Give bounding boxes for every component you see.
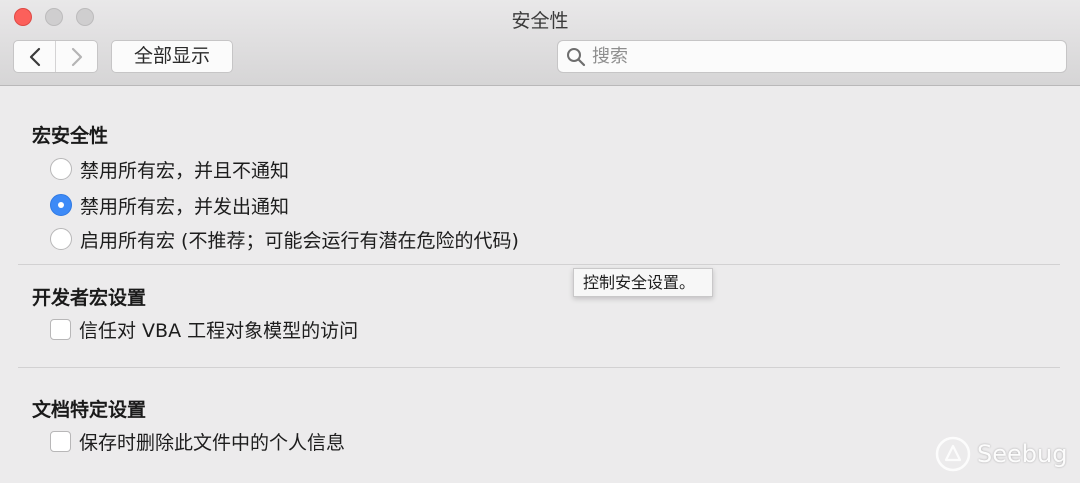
search-input[interactable] <box>592 41 1052 72</box>
option-label: 保存时删除此文件中的个人信息 <box>79 431 346 454</box>
option-enable-all-macros[interactable]: 启用所有宏 (不推荐；可能会运行有潜在危险的代码) <box>50 226 519 252</box>
checkbox[interactable] <box>50 430 71 452</box>
radio-button[interactable] <box>50 228 72 250</box>
chevron-left-icon <box>29 47 40 66</box>
section-divider <box>18 264 1060 265</box>
option-trust-vba-project-access[interactable]: 信任对 VBA 工程对象模型的访问 <box>50 316 358 342</box>
checkbox[interactable] <box>50 318 71 340</box>
show-all-button[interactable]: 全部显示 <box>111 40 233 73</box>
section-divider <box>18 367 1060 368</box>
option-label: 禁用所有宏，并且不通知 <box>80 159 290 182</box>
preferences-window: 安全性 全部显示 宏安全性 禁用所有宏，并且不通知 <box>0 0 1080 483</box>
seebug-watermark: Seebug <box>935 434 1067 474</box>
seebug-logo-icon <box>935 436 971 472</box>
document-specific-settings-heading: 文档特定设置 <box>32 399 147 421</box>
macro-security-heading: 宏安全性 <box>32 125 109 147</box>
forward-button[interactable] <box>55 41 97 72</box>
option-label: 禁用所有宏，并发出通知 <box>80 195 290 218</box>
radio-button-selected[interactable] <box>50 194 72 216</box>
chevron-right-icon <box>71 47 82 66</box>
search-icon <box>567 48 586 67</box>
radio-button[interactable] <box>50 158 72 180</box>
back-button[interactable] <box>14 41 55 72</box>
title-bar: 安全性 全部显示 <box>0 0 1080 86</box>
option-label: 信任对 VBA 工程对象模型的访问 <box>79 319 359 342</box>
option-label: 启用所有宏 (不推荐；可能会运行有潜在危险的代码) <box>80 229 519 252</box>
tooltip: 控制安全设置。 <box>573 268 713 297</box>
navigation-buttons <box>13 40 98 73</box>
option-disable-without-notification[interactable]: 禁用所有宏，并且不通知 <box>50 156 289 182</box>
option-remove-personal-info[interactable]: 保存时删除此文件中的个人信息 <box>50 428 345 454</box>
option-disable-with-notification[interactable]: 禁用所有宏，并发出通知 <box>50 192 289 218</box>
window-title: 安全性 <box>511 10 569 32</box>
search-field[interactable] <box>557 40 1067 73</box>
watermark-text: Seebug <box>977 440 1068 468</box>
developer-macro-settings-heading: 开发者宏设置 <box>32 287 147 309</box>
